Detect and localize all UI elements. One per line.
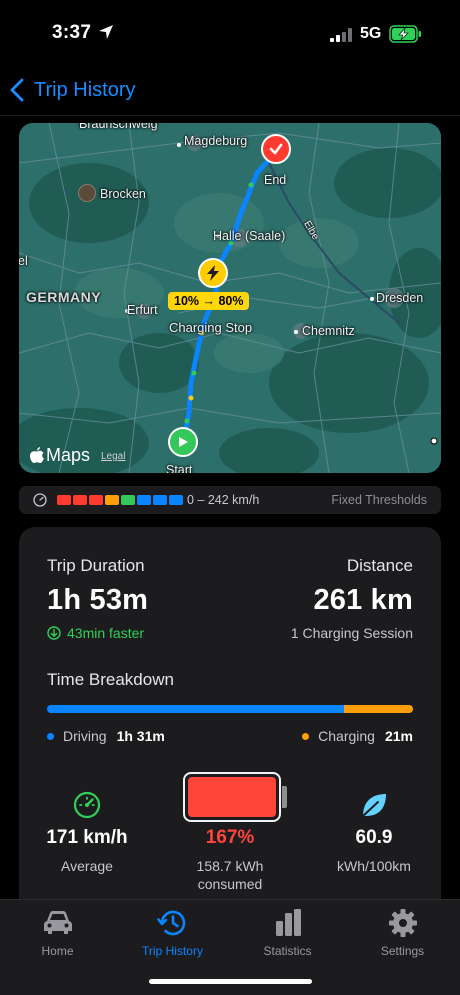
charging-legend: Charging 21m [302,728,413,744]
speed-swatch [169,495,183,505]
driving-value: 1h 31m [116,728,165,744]
driving-label: Driving [63,728,107,744]
tab-home-label: Home [41,944,74,958]
map-label-halle: Halle (Saale) [213,229,286,243]
faster-text: 43min faster [67,625,145,641]
charge-range-badge: 10% → 80% [168,292,250,310]
status-time: 3:37 [52,22,92,43]
map-label-brocken: Brocken [100,187,146,201]
trip-summary-card: Trip Duration 1h 53m 43min faster Distan… [19,527,441,917]
faster-indicator: 43min faster [47,625,144,641]
tab-trip-history[interactable]: Trip History [115,908,230,958]
charging-dot [302,732,310,740]
lightning-bolt-icon [207,265,219,281]
speedometer-icon [33,493,47,507]
speed-swatch [137,495,151,505]
status-bar: 3:37 5G [0,0,460,64]
end-marker[interactable] [261,134,291,164]
speed-color-swatches [57,495,183,505]
charging-label: Charging [318,728,375,744]
driving-dot [47,732,54,740]
map-label-start: Start [166,463,193,473]
map-label-charging-stop: Charging Stop [169,320,253,335]
mountain-icon [78,184,96,202]
driving-legend: Driving 1h 31m [47,728,165,744]
speed-swatch [153,495,167,505]
map-label-dresden: Dresden [376,291,424,305]
bar-chart-icon [275,909,301,936]
time-breakdown-title: Time Breakdown [47,670,174,689]
map-label-end: End [264,173,287,187]
charging-value: 21m [384,728,413,744]
threshold-mode[interactable]: Fixed Thresholds [331,493,427,507]
start-marker[interactable] [168,427,198,457]
trip-duration-label: Trip Duration [47,556,145,575]
apple-icon [30,447,44,463]
battery-used-percent: 167% [205,827,255,848]
speed-swatch [105,495,119,505]
efficiency-value: 60.9 [355,827,393,848]
speed-swatch [121,495,135,505]
battery-charging-icon [389,25,421,43]
efficiency-unit: kWh/100km [337,858,411,874]
distance-label: Distance [346,556,413,575]
energy-consumed-value: 158.7 kWh [196,858,264,874]
trip-duration-value: 1h 53m [47,584,149,616]
cellular-signal-icon [330,28,352,42]
speed-swatch [73,495,87,505]
speed-swatch [89,495,103,505]
chevron-left-icon [10,78,24,102]
battery-usage-icon [183,772,281,822]
gear-icon [388,909,417,937]
average-speed-label: Average [61,858,113,874]
leaf-icon [362,794,386,817]
driving-segment [47,705,345,713]
navigation-bar: Trip History [0,64,460,116]
charging-sessions-count: 1 Charging Session [290,625,413,641]
home-indicator [149,979,312,984]
tab-home[interactable]: Home [0,908,115,958]
speed-range-text: 0 – 242 km/h [187,493,260,507]
charging-stop-marker[interactable] [198,258,228,288]
distance-value: 261 km [313,584,413,616]
back-button[interactable]: Trip History [8,74,135,106]
speed-legend-bar[interactable]: 0 – 242 km/h Fixed Thresholds [19,486,441,514]
clock-history-icon [156,910,185,936]
maps-brand-text: Maps [46,445,91,465]
map-label-partial: el [19,254,28,268]
map-label-chemnitz: Chemnitz [302,324,355,338]
speedometer-icon [73,791,101,819]
tab-settings[interactable]: Settings [345,908,460,958]
battery-tip [282,786,287,808]
average-speed-value: 171 km/h [46,827,128,848]
tab-settings-label: Settings [380,944,425,958]
energy-consumed-label: consumed [197,876,263,892]
map-label-magdeburg: Magdeburg [184,134,248,148]
battery-fill [188,777,276,817]
apple-maps-logo: Maps [30,445,90,466]
location-arrow-icon [99,25,113,39]
map-label-germany: GERMANY [26,289,102,305]
car-icon [43,911,72,934]
map-label-erfurt: Erfurt [127,303,158,317]
map-legal-link[interactable]: Legal [101,451,125,462]
charging-segment [344,705,413,713]
checkmark-icon [269,143,283,155]
tab-statistics[interactable]: Statistics [230,908,345,958]
tab-statistics-label: Statistics [263,944,312,958]
network-type: 5G [360,25,382,42]
tab-trip-history-label: Trip History [142,944,203,958]
speed-swatch [57,495,71,505]
time-breakdown-bar [47,705,413,713]
map-label-braunschweig: Braunschweig [79,123,158,131]
arrow-down-circle-icon [47,626,61,640]
back-button-label: Trip History [34,78,136,101]
play-icon [179,437,188,447]
route-map[interactable]: Braunschweig Magdeburg Brocken Halle (Sa… [19,123,441,473]
